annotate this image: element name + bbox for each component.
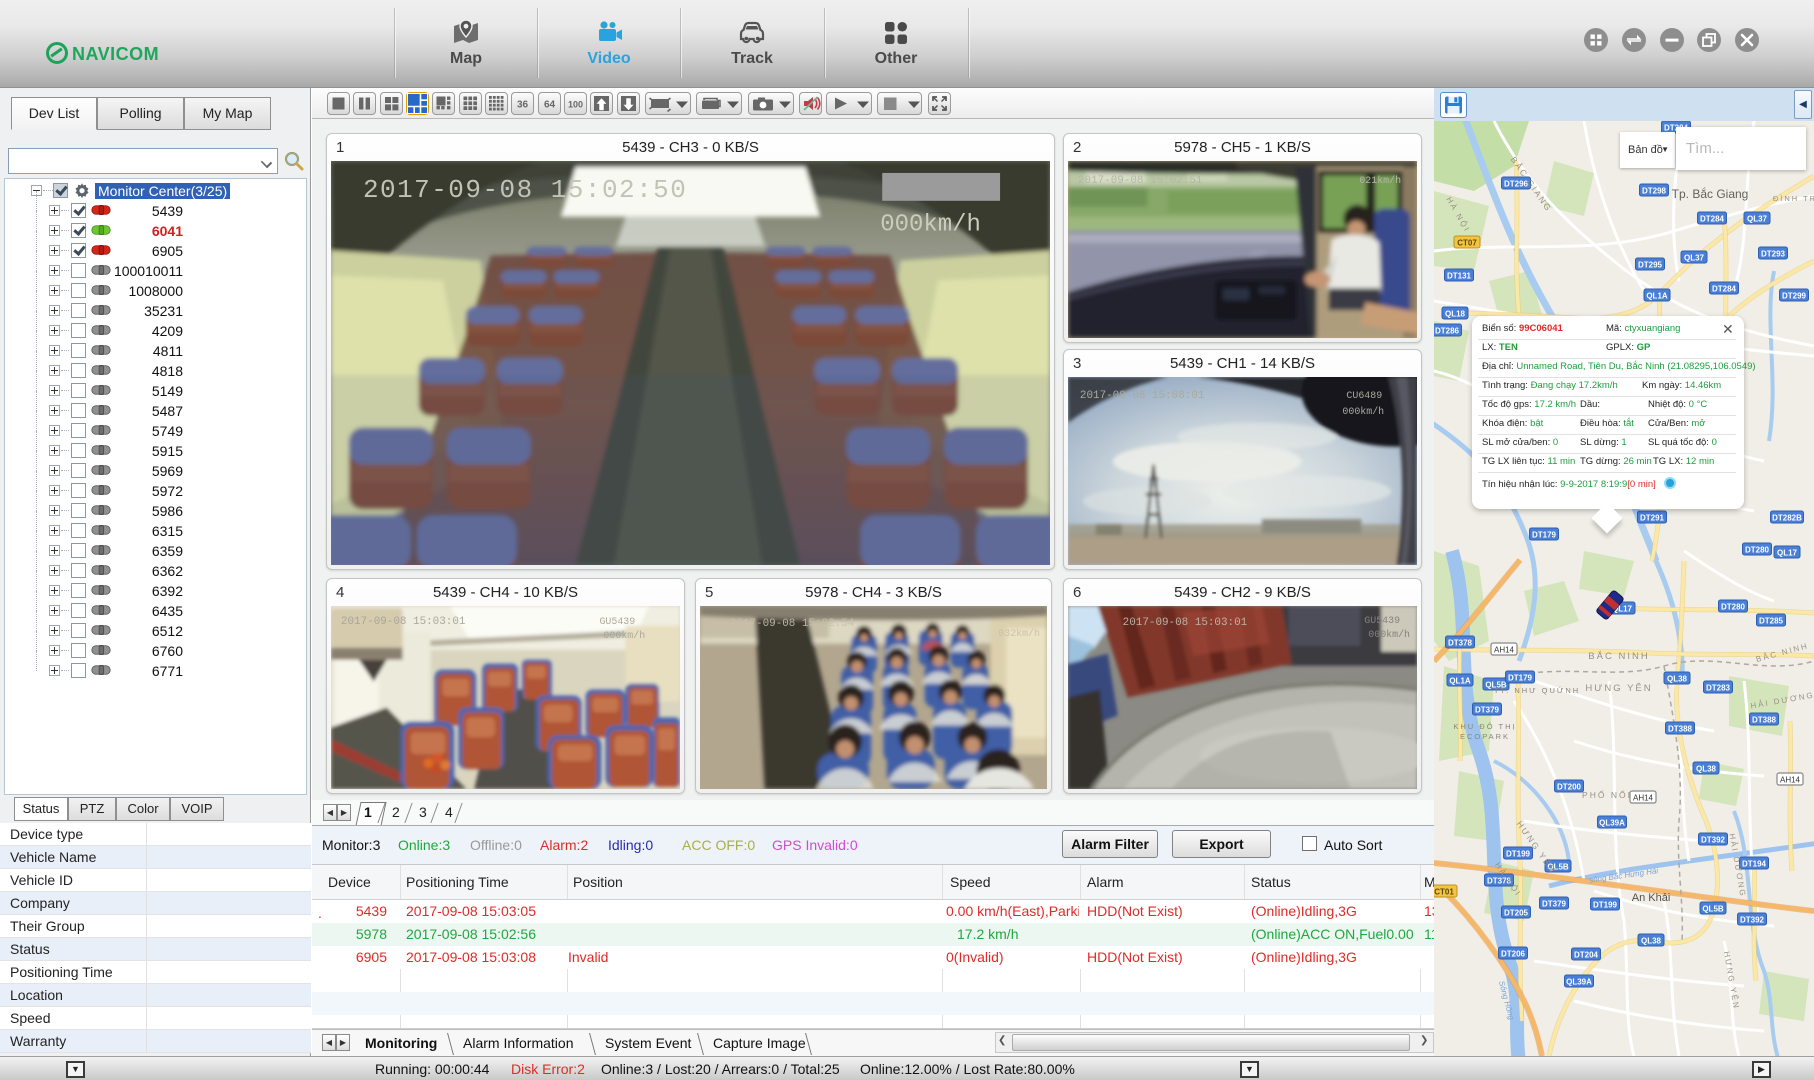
svg-text:DT388: DT388 <box>1668 725 1693 734</box>
svg-text:DT204: DT204 <box>1574 951 1599 960</box>
svg-text:DT299: DT299 <box>1782 292 1807 301</box>
svg-text:000km/h: 000km/h <box>603 630 645 641</box>
svg-text:DT392: DT392 <box>1740 916 1765 925</box>
svg-text:KHU ĐÔ THỊ: KHU ĐÔ THỊ <box>1453 722 1516 731</box>
svg-text:QL38: QL38 <box>1641 937 1662 946</box>
svg-text:DT206: DT206 <box>1501 950 1526 959</box>
svg-text:QL1A: QL1A <box>1646 292 1668 301</box>
svg-text:DT283: DT283 <box>1706 684 1731 693</box>
svg-text:DT280: DT280 <box>1721 603 1746 612</box>
svg-text:DT388: DT388 <box>1752 716 1777 725</box>
svg-text:36: 36 <box>517 100 529 111</box>
svg-text:DT179: DT179 <box>1508 674 1533 683</box>
svg-text:2017-09-08 15:02:54: 2017-09-08 15:02:54 <box>730 618 855 630</box>
svg-text:PHỐ NỐI: PHỐ NỐI <box>1582 789 1632 800</box>
svg-text:QL17: QL17 <box>1777 549 1798 558</box>
svg-text:021km/h: 021km/h <box>1359 175 1401 186</box>
svg-text:QL37: QL37 <box>1747 215 1768 224</box>
svg-text:000km/h: 000km/h <box>1368 629 1410 640</box>
svg-text:000km/h: 000km/h <box>1342 406 1384 417</box>
svg-text:DT205: DT205 <box>1504 909 1529 918</box>
svg-text:BẮC NINH: BẮC NINH <box>1588 651 1649 662</box>
svg-text:032km/h: 032km/h <box>998 628 1040 639</box>
svg-text:DT280: DT280 <box>1745 546 1770 555</box>
svg-text:2017-09-08 15:02:50: 2017-09-08 15:02:50 <box>363 175 687 205</box>
svg-text:DT179: DT179 <box>1532 531 1557 540</box>
svg-text:DT131: DT131 <box>1447 272 1472 281</box>
svg-text:DT378: DT378 <box>1448 639 1473 648</box>
svg-text:GU5439: GU5439 <box>599 616 635 627</box>
svg-text:CT01: CT01 <box>1434 888 1454 897</box>
svg-text:DT284: DT284 <box>1700 215 1725 224</box>
svg-text:QL1A: QL1A <box>1449 677 1471 686</box>
svg-text:2017-09-08 15:02:51: 2017-09-08 15:02:51 <box>1078 175 1203 187</box>
svg-text:100: 100 <box>568 100 583 110</box>
svg-text:DT379: DT379 <box>1542 900 1567 909</box>
svg-text:2017-09-08 15:03:01: 2017-09-08 15:03:01 <box>341 616 466 628</box>
svg-text:CU6489: CU6489 <box>1346 390 1382 401</box>
svg-text:DT199: DT199 <box>1593 901 1618 910</box>
svg-text:AH14: AH14 <box>1780 776 1801 785</box>
svg-text:DT379: DT379 <box>1475 706 1500 715</box>
svg-text:QL38: QL38 <box>1667 675 1688 684</box>
svg-text:CT07: CT07 <box>1457 239 1477 248</box>
svg-text:Tp. Bắc Giang: Tp. Bắc Giang <box>1672 186 1749 201</box>
svg-text:DT286: DT286 <box>1435 327 1460 336</box>
svg-text:QL5B: QL5B <box>1702 905 1724 914</box>
svg-text:ĐÌNH TRÌ: ĐÌNH TRÌ <box>1773 194 1814 203</box>
svg-text:DT285: DT285 <box>1759 617 1784 626</box>
svg-text:QL38: QL38 <box>1696 765 1717 774</box>
svg-text:DT282B: DT282B <box>1772 514 1802 523</box>
svg-text:QL18: QL18 <box>1445 310 1466 319</box>
svg-text:QL39A: QL39A <box>1599 819 1625 828</box>
svg-text:DT293: DT293 <box>1761 250 1786 259</box>
svg-text:QL37: QL37 <box>1684 254 1705 263</box>
svg-text:DT298: DT298 <box>1642 187 1667 196</box>
svg-text:ECOPARK: ECOPARK <box>1460 732 1510 741</box>
svg-text:An Khải: An Khải <box>1632 892 1671 904</box>
svg-text:TT. NHƯ QUỨNH: TT. NHƯ QUỨNH <box>1494 686 1580 695</box>
svg-text:2017-09-08 15:03:01: 2017-09-08 15:03:01 <box>1123 617 1248 629</box>
svg-text:DT200: DT200 <box>1557 783 1582 792</box>
svg-text:000km/h: 000km/h <box>880 212 981 239</box>
svg-text:AH14: AH14 <box>1633 794 1654 803</box>
svg-text:HƯNG YÊN: HƯNG YÊN <box>1585 683 1652 694</box>
svg-text:DT199: DT199 <box>1506 850 1531 859</box>
svg-text:QL39A: QL39A <box>1566 978 1592 987</box>
svg-text:64: 64 <box>544 100 556 111</box>
svg-text:DT392: DT392 <box>1701 836 1726 845</box>
svg-text:DT194: DT194 <box>1742 860 1767 869</box>
svg-text:2017-09-08 15:08:01: 2017-09-08 15:08:01 <box>1080 390 1205 402</box>
svg-text:GU5439: GU5439 <box>1364 615 1400 626</box>
svg-text:DT295: DT295 <box>1638 261 1663 270</box>
svg-text:DT284: DT284 <box>1712 285 1737 294</box>
svg-text:DT291: DT291 <box>1640 514 1665 523</box>
svg-text:AH14: AH14 <box>1494 646 1515 655</box>
